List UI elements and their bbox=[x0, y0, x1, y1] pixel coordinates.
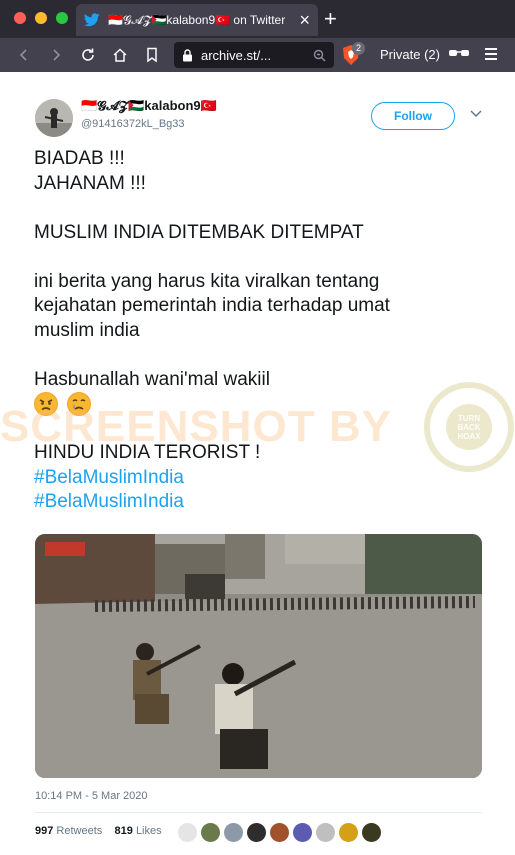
avatar-soldier-image bbox=[35, 99, 73, 137]
tab-strip: 🇮🇩𝓖𝓐𝓩🇵🇸kalabon9🇹🇷 on Twitter × + bbox=[0, 0, 515, 38]
liker-avatar[interactable] bbox=[339, 823, 358, 842]
liker-avatar[interactable] bbox=[270, 823, 289, 842]
watermark-text: SCREENSHOT BY bbox=[0, 402, 392, 451]
liker-avatars bbox=[178, 823, 385, 842]
chevron-down-icon[interactable] bbox=[470, 110, 482, 118]
tweet-line: JAHANAM !!! bbox=[34, 172, 146, 194]
close-window-button[interactable] bbox=[14, 12, 26, 24]
back-button[interactable] bbox=[14, 45, 34, 65]
avatar[interactable] bbox=[35, 99, 73, 137]
lock-icon bbox=[183, 48, 192, 61]
navigation-toolbar: archive.st/... 2 Private (2) bbox=[0, 38, 515, 72]
bookmark-button[interactable] bbox=[142, 45, 162, 65]
likes-label[interactable]: Likes bbox=[136, 825, 162, 837]
retweets-count[interactable]: 997 bbox=[35, 825, 53, 837]
tweet-page: 🇮🇩𝓖𝓐𝓩🇵🇸kalabon9🇹🇷 @91416372kL_Bg33 Follo… bbox=[0, 72, 515, 855]
zoom-window-button[interactable] bbox=[56, 12, 68, 24]
tab-twitter[interactable]: 🇮🇩𝓖𝓐𝓩🇵🇸kalabon9🇹🇷 on Twitter × bbox=[76, 4, 318, 36]
bookmark-icon bbox=[147, 47, 157, 63]
tab-title: 🇮🇩𝓖𝓐𝓩🇵🇸kalabon9🇹🇷 on Twitter bbox=[108, 12, 286, 27]
liker-avatar[interactable] bbox=[178, 823, 197, 842]
zoom-magnifier-icon[interactable] bbox=[313, 49, 326, 62]
follow-button[interactable]: Follow bbox=[371, 102, 455, 130]
tweet-line: kejahatan pemerintah india terhadap umat bbox=[34, 295, 390, 316]
hashtag-link[interactable]: #BelaMuslimIndia bbox=[34, 490, 494, 515]
private-glasses-icon bbox=[449, 50, 469, 56]
liker-avatar[interactable] bbox=[247, 823, 266, 842]
liker-avatar[interactable] bbox=[316, 823, 335, 842]
tweet-text: BIADAB !!! JAHANAM !!! MUSLIM INDIA DITE… bbox=[34, 147, 494, 515]
tweet-line: muslim india bbox=[34, 319, 140, 341]
address-bar[interactable]: archive.st/... bbox=[174, 42, 334, 68]
engagement-stats: 997 Retweets 819 Likes bbox=[35, 825, 162, 837]
forward-button[interactable] bbox=[46, 45, 66, 65]
stamp-line: HOAX bbox=[457, 431, 481, 441]
tweet-timestamp[interactable]: 10:14 PM - 5 Mar 2020 bbox=[35, 790, 148, 802]
hamburger-menu-icon[interactable] bbox=[485, 48, 497, 63]
home-icon bbox=[113, 48, 127, 62]
twitter-bird-icon bbox=[84, 13, 100, 27]
user-handle[interactable]: @91416372kL_Bg33 bbox=[81, 118, 185, 130]
likes-count[interactable]: 819 bbox=[115, 825, 133, 837]
stamp-line: BACK bbox=[457, 422, 481, 432]
reload-button[interactable] bbox=[78, 45, 98, 65]
tweet-line: ini berita yang harus kita viralkan tent… bbox=[34, 270, 380, 292]
tweet-line: Hasbunallah wani'mal wakiil bbox=[34, 368, 270, 390]
tweet-line: BIADAB !!! bbox=[34, 148, 125, 169]
stamp-line: TURN bbox=[457, 413, 481, 423]
arrow-right-icon bbox=[53, 49, 61, 61]
new-tab-button[interactable]: + bbox=[324, 8, 337, 30]
private-windows-label[interactable]: Private (2) bbox=[380, 47, 440, 62]
arrow-left-icon bbox=[19, 49, 27, 61]
reload-icon bbox=[82, 48, 94, 61]
display-name[interactable]: 🇮🇩𝓖𝓐𝓩🇵🇸kalabon9🇹🇷 bbox=[81, 98, 217, 114]
liker-avatar[interactable] bbox=[224, 823, 243, 842]
divider bbox=[35, 812, 482, 813]
url-text: archive.st/... bbox=[201, 47, 272, 63]
close-tab-icon[interactable]: × bbox=[299, 11, 310, 29]
liker-avatar[interactable] bbox=[362, 823, 381, 842]
tweet-video-thumbnail[interactable] bbox=[35, 534, 482, 778]
tweet-line: MUSLIM INDIA DITEMBAK DITEMPAT bbox=[34, 221, 364, 243]
liker-avatar[interactable] bbox=[293, 823, 312, 842]
turnbackhoax-stamp: TURN BACK HOAX bbox=[424, 382, 514, 472]
shield-count-badge: 2 bbox=[352, 42, 366, 55]
hashtag-link[interactable]: #BelaMuslimIndia bbox=[34, 466, 494, 491]
home-button[interactable] bbox=[110, 45, 130, 65]
minimize-window-button[interactable] bbox=[35, 12, 47, 24]
retweets-label[interactable]: Retweets bbox=[56, 825, 102, 837]
liker-avatar[interactable] bbox=[201, 823, 220, 842]
street-shooting-image bbox=[35, 534, 482, 778]
